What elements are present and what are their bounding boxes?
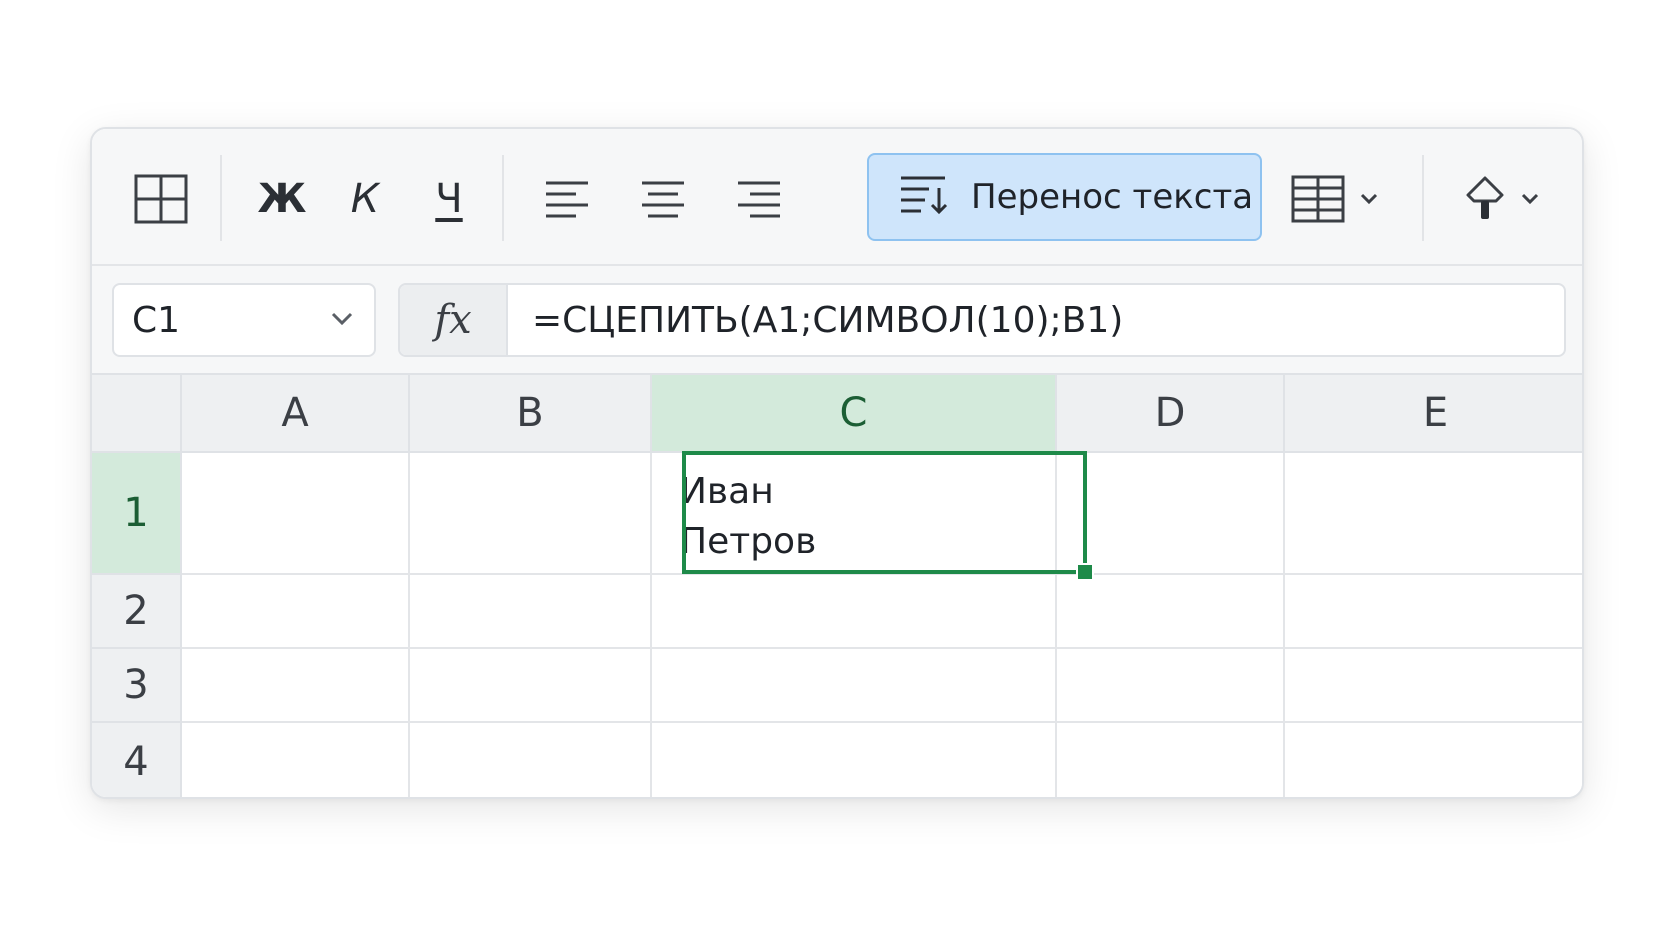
cell-a2[interactable]: [182, 575, 410, 649]
fill-color-dropdown[interactable]: [1452, 164, 1552, 234]
cell-d2[interactable]: [1057, 575, 1285, 649]
fill-color-icon: [1466, 176, 1504, 219]
italic-label: К: [350, 176, 380, 222]
cell-c1[interactable]: Иван Петров: [652, 453, 1057, 575]
bold-button[interactable]: Ж: [252, 169, 312, 229]
column-header-e[interactable]: E: [1285, 375, 1582, 453]
spreadsheet-window: Ж К Ч Перенос текста C1 fx =СЦЕПИТЬ(A1;С…: [90, 127, 1584, 799]
name-box[interactable]: C1: [112, 283, 376, 357]
insert-function-button[interactable]: fx: [400, 285, 508, 355]
formula-input[interactable]: =СЦЕПИТЬ(A1;СИМВОЛ(10);B1): [532, 285, 1123, 355]
cell-b2[interactable]: [410, 575, 652, 649]
align-center-icon[interactable]: [633, 169, 693, 229]
column-header-a[interactable]: A: [182, 375, 410, 453]
column-header-b[interactable]: B: [410, 375, 652, 453]
row-header-4[interactable]: 4: [92, 723, 182, 797]
cell-c3[interactable]: [652, 649, 1057, 723]
cell-d3[interactable]: [1057, 649, 1285, 723]
cell-a4[interactable]: [182, 723, 410, 797]
toolbar-separator: [1422, 155, 1424, 241]
toolbar-separator: [220, 155, 222, 241]
wrap-text-label: Перенос текста: [971, 177, 1254, 217]
name-box-value: C1: [132, 299, 181, 341]
formula-bar: C1 fx =СЦЕПИТЬ(A1;СИМВОЛ(10);B1): [92, 266, 1582, 375]
column-header-c[interactable]: C: [652, 375, 1057, 453]
cell-c1-value: Иван Петров: [680, 471, 817, 562]
cell-c2[interactable]: [652, 575, 1057, 649]
italic-button[interactable]: К: [335, 169, 395, 229]
table-grid-icon[interactable]: [126, 164, 196, 234]
wrap-text-button[interactable]: Перенос текста: [867, 153, 1262, 241]
row-header-2[interactable]: 2: [92, 575, 182, 649]
align-right-icon[interactable]: [729, 169, 789, 229]
cell-e4[interactable]: [1285, 723, 1582, 797]
cell-d1[interactable]: [1057, 453, 1285, 575]
fill-handle[interactable]: [1076, 563, 1094, 581]
chevron-down-icon: [1360, 193, 1378, 205]
sheet-grid: A B C D E 1 2 3 4 Иван Петров: [92, 375, 1582, 797]
cell-b1[interactable]: [410, 453, 652, 575]
cell-a3[interactable]: [182, 649, 410, 723]
underline-button[interactable]: Ч: [419, 169, 479, 229]
chevron-down-icon[interactable]: [330, 312, 354, 326]
select-all-corner[interactable]: [92, 375, 182, 453]
column-header-d[interactable]: D: [1057, 375, 1285, 453]
borders-dropdown[interactable]: [1280, 164, 1390, 234]
cell-e3[interactable]: [1285, 649, 1582, 723]
bold-label: Ж: [257, 176, 307, 222]
wrap-text-icon: [899, 174, 949, 220]
row-header-3[interactable]: 3: [92, 649, 182, 723]
formula-field: fx =СЦЕПИТЬ(A1;СИМВОЛ(10);B1): [398, 283, 1566, 357]
row-header-1[interactable]: 1: [92, 453, 182, 575]
fx-icon: fx: [434, 297, 472, 343]
underline-label: Ч: [435, 176, 463, 222]
align-left-icon[interactable]: [537, 169, 597, 229]
cell-e1[interactable]: [1285, 453, 1582, 575]
borders-icon: [1291, 175, 1345, 223]
cell-d4[interactable]: [1057, 723, 1285, 797]
cell-a1[interactable]: [182, 453, 410, 575]
cell-c4[interactable]: [652, 723, 1057, 797]
cell-b4[interactable]: [410, 723, 652, 797]
chevron-down-icon: [1521, 193, 1539, 205]
cell-b3[interactable]: [410, 649, 652, 723]
cell-e2[interactable]: [1285, 575, 1582, 649]
toolbar: Ж К Ч Перенос текста: [92, 129, 1582, 266]
toolbar-separator: [502, 155, 504, 241]
